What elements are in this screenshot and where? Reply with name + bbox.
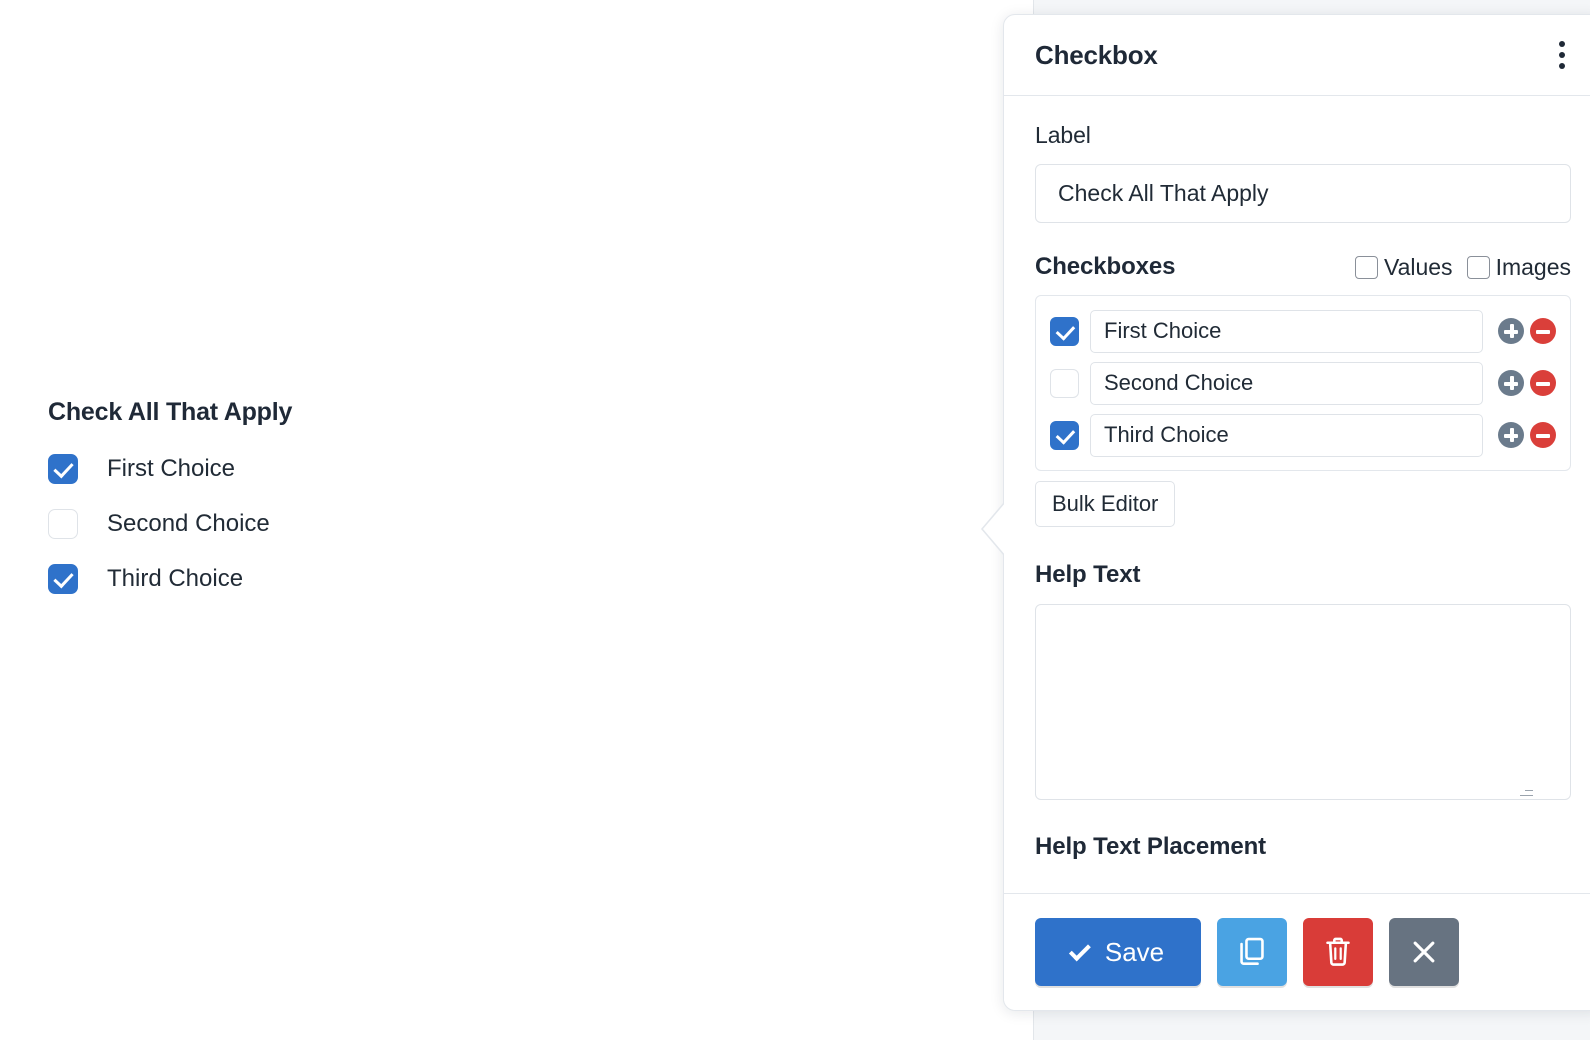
preview-option-label: Second Choice — [107, 510, 270, 537]
preview-option-row[interactable]: Third Choice — [48, 559, 648, 599]
close-button[interactable] — [1389, 918, 1459, 986]
save-button[interactable]: Save — [1035, 918, 1201, 986]
kebab-menu-icon[interactable] — [1550, 38, 1574, 72]
panel-pointer-arrow — [983, 502, 1006, 556]
preview-option-row[interactable]: First Choice — [48, 449, 648, 489]
choice-default-checkbox[interactable] — [1050, 316, 1079, 346]
delete-button[interactable] — [1303, 918, 1373, 986]
plus-circle-icon[interactable] — [1498, 370, 1524, 396]
checkboxes-section-title: Checkboxes — [1035, 253, 1176, 280]
checkboxes-toggle-group: Values Images — [1354, 253, 1571, 281]
trash-icon — [1326, 937, 1350, 966]
minus-bar — [1536, 381, 1550, 386]
choice-value-input[interactable] — [1090, 361, 1483, 405]
panel-footer: Save — [1004, 893, 1590, 1010]
preview-option-row[interactable]: Second Choice — [48, 504, 648, 544]
values-checkbox-icon[interactable] — [1354, 255, 1378, 279]
preview-checkbox-second-choice[interactable] — [48, 509, 78, 539]
checkboxes-section-header: Checkboxes Values Images — [1035, 253, 1571, 281]
images-toggle[interactable]: Images — [1466, 253, 1571, 281]
preview-checkbox-first-choice[interactable] — [48, 454, 78, 484]
choice-row-actions — [1498, 370, 1556, 396]
label-field-caption: Label — [1035, 122, 1091, 148]
minus-bar — [1536, 433, 1550, 438]
plus-bar-vertical — [1509, 376, 1514, 390]
preview-field-label: Check All That Apply — [48, 398, 293, 426]
field-settings-panel: Checkbox Label Checkboxes Values — [981, 14, 1590, 1011]
values-toggle[interactable]: Values — [1354, 253, 1453, 281]
choice-value-input[interactable] — [1090, 309, 1483, 353]
plus-circle-icon[interactable] — [1498, 422, 1524, 448]
label-input[interactable] — [1035, 164, 1571, 223]
choice-row-actions — [1498, 422, 1556, 448]
plus-bar-vertical — [1509, 324, 1514, 338]
preview-option-label: First Choice — [107, 455, 236, 482]
kebab-dot — [1559, 52, 1565, 58]
minus-bar — [1536, 329, 1550, 334]
choices-list — [1035, 295, 1571, 471]
preview-option-label: Third Choice — [107, 565, 244, 592]
choice-default-checkbox[interactable] — [1050, 420, 1079, 450]
save-button-label: Save — [1104, 936, 1165, 967]
choice-row — [1050, 412, 1556, 458]
help-text-textarea[interactable] — [1035, 604, 1571, 801]
choice-default-checkbox[interactable] — [1050, 368, 1079, 398]
screen-root: Check All That Apply First Choice Second… — [0, 0, 1590, 1040]
minus-circle-icon[interactable] — [1530, 422, 1556, 448]
kebab-dot — [1559, 41, 1565, 47]
minus-circle-icon[interactable] — [1530, 370, 1556, 396]
choice-row-actions — [1498, 318, 1556, 344]
preview-checkbox-third-choice[interactable] — [48, 564, 78, 594]
choice-row — [1050, 308, 1556, 354]
panel-header: Checkbox — [1004, 15, 1590, 96]
help-text-placement-caption: Help Text Placement — [1035, 833, 1267, 861]
help-text-caption: Help Text — [1035, 561, 1141, 589]
duplicate-button[interactable] — [1217, 918, 1287, 986]
bulk-editor-button[interactable]: Bulk Editor — [1035, 481, 1176, 528]
values-toggle-label: Values — [1383, 253, 1453, 280]
form-preview: Check All That Apply First Choice Second… — [48, 398, 648, 614]
panel-title: Checkbox — [1035, 39, 1158, 70]
kebab-dot — [1559, 63, 1565, 69]
images-toggle-label: Images — [1495, 253, 1571, 280]
choice-value-input[interactable] — [1090, 413, 1483, 457]
images-checkbox-icon[interactable] — [1466, 255, 1490, 279]
check-icon — [1068, 938, 1091, 961]
plus-circle-icon[interactable] — [1498, 318, 1524, 344]
plus-bar-vertical — [1509, 428, 1514, 442]
close-icon — [1413, 941, 1435, 963]
copy-icon — [1240, 937, 1264, 965]
panel-body: Label Checkboxes Values Images — [1004, 96, 1590, 894]
choice-row — [1050, 360, 1556, 406]
minus-circle-icon[interactable] — [1530, 318, 1556, 344]
